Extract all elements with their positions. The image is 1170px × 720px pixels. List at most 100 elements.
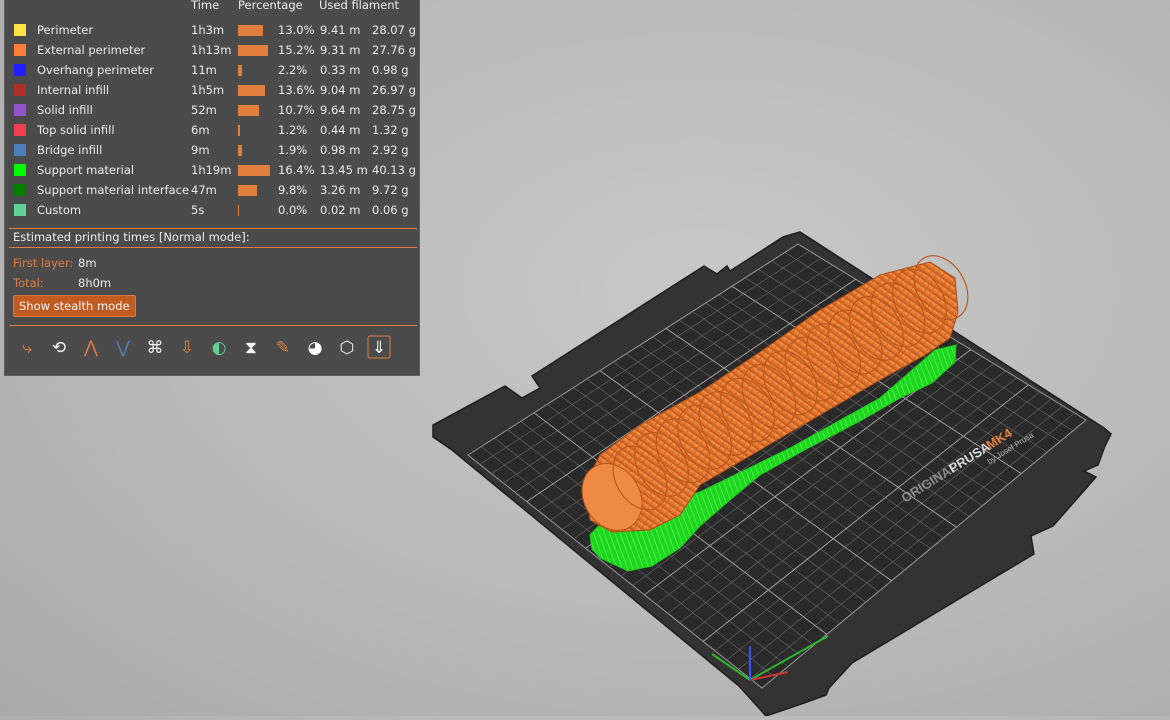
tool-marker-icon[interactable]: ⇓ [367, 335, 391, 359]
legend-row: External perimeter 1h13m 15.2% 9.31 m 27.76 … [5, 41, 421, 61]
pause-prints-icon[interactable]: ⧗ [239, 335, 263, 359]
color-swatch [14, 204, 26, 216]
feature-time: 1h13m [191, 43, 232, 57]
feature-percentage: 1.9% [278, 143, 308, 157]
feature-length: 9.64 m [320, 103, 361, 117]
svg-text:⋁: ⋁ [115, 338, 130, 358]
color-swatch [14, 184, 26, 196]
divider [9, 325, 417, 326]
color-swatch [14, 104, 26, 116]
color-changes-icon[interactable]: ◐ [207, 335, 231, 359]
svg-text:⧗: ⧗ [245, 338, 257, 358]
legend-row: Overhang perimeter 11m 2.2% 0.33 m 0.98 g [5, 61, 421, 81]
divider [9, 247, 417, 248]
svg-text:⇓: ⇓ [372, 338, 386, 358]
feature-weight: 28.75 g [372, 103, 416, 117]
feature-time: 1h19m [191, 163, 232, 177]
feature-name: Bridge infill [37, 143, 103, 157]
percentage-bar [238, 145, 242, 156]
color-swatch [14, 44, 26, 56]
svg-text:◕: ◕ [308, 338, 323, 358]
svg-text:⤷: ⤷ [22, 338, 32, 358]
feature-time: 52m [191, 103, 217, 117]
color-swatch [14, 24, 26, 36]
legend-row: Support material 1h19m 16.4% 13.45 m 40.13 g [5, 161, 421, 181]
color-swatch [14, 164, 26, 176]
feature-percentage: 15.2% [278, 43, 315, 57]
feature-time: 1h5m [191, 83, 225, 97]
print-bed: ORIGINAL PRUSA MK4 by Josef Prusa [432, 231, 1112, 717]
svg-text:⟲: ⟲ [52, 338, 66, 358]
feature-name: Solid infill [37, 103, 93, 117]
percentage-bar [238, 65, 243, 76]
feature-length: 0.02 m [320, 203, 361, 217]
feature-percentage: 9.8% [278, 183, 308, 197]
feature-name: Overhang perimeter [37, 63, 154, 77]
feature-weight: 28.07 g [372, 23, 416, 37]
legend-row: Solid infill 52m 10.7% 9.64 m 28.75 g [5, 101, 421, 121]
percentage-bar [238, 105, 259, 116]
feature-weight: 0.06 g [372, 203, 409, 217]
feature-weight: 9.72 g [372, 183, 409, 197]
feature-length: 9.41 m [320, 23, 361, 37]
percentage-bar [238, 85, 265, 96]
color-swatch [14, 144, 26, 156]
feature-time: 47m [191, 183, 217, 197]
feature-weight: 0.98 g [372, 63, 409, 77]
feature-name: Top solid infill [37, 123, 115, 137]
percentage-bar [238, 25, 264, 36]
feature-weight: 1.32 g [372, 123, 409, 137]
feature-percentage: 13.6% [278, 83, 315, 97]
feature-time: 6m [191, 123, 210, 137]
legend-row: Support material interface 47m 9.8% 3.26 m 9… [5, 181, 421, 201]
feature-time: 9m [191, 143, 210, 157]
deretractions-icon[interactable]: ⋁ [111, 335, 135, 359]
legend-row: Top solid infill 6m 1.2% 0.44 m 1.32 g [5, 121, 421, 141]
legend-row: Perimeter 1h3m 13.0% 9.41 m 28.07 g [5, 21, 421, 41]
feature-length: 0.98 m [320, 143, 361, 157]
feature-length: 9.04 m [320, 83, 361, 97]
feature-percentage: 0.0% [278, 203, 308, 217]
feature-length: 0.44 m [320, 123, 361, 137]
total-value: 8h0m [78, 276, 112, 290]
svg-text:◐: ◐ [212, 338, 227, 358]
travel-icon[interactable]: ⤷ [15, 335, 39, 359]
shells-icon[interactable]: ⬡ [335, 335, 359, 359]
feature-length: 3.26 m [320, 183, 361, 197]
color-swatch [14, 64, 26, 76]
seams-icon[interactable]: ⌘ [143, 335, 167, 359]
feature-weight: 26.97 g [372, 83, 416, 97]
feature-name: Support material interface [37, 183, 190, 197]
legend-row: Internal infill 1h5m 13.6% 9.04 m 26.97 g [5, 81, 421, 101]
first-layer-label: First layer: [13, 256, 74, 270]
show-stealth-mode-button[interactable]: Show stealth mode [13, 295, 136, 317]
feature-time: 1h3m [191, 23, 225, 37]
custom-gcodes-icon[interactable]: ✎ [271, 335, 295, 359]
legend-row: Custom 5s 0.0% 0.02 m 0.06 g [5, 201, 421, 221]
center-of-gravity-icon[interactable]: ◕ [303, 335, 327, 359]
feature-percentage: 13.0% [278, 23, 315, 37]
feature-weight: 40.13 g [372, 163, 416, 177]
color-swatch [14, 84, 26, 96]
feature-length: 0.33 m [320, 63, 361, 77]
feature-name: Perimeter [37, 23, 94, 37]
wipe-icon[interactable]: ⟲ [47, 335, 71, 359]
svg-text:✎: ✎ [276, 338, 290, 358]
percentage-bar [238, 165, 270, 176]
feature-time: 5s [191, 203, 205, 217]
legend-panel: Time Percentage Used filament Perimeter 1… [4, 0, 420, 376]
legend-row: Bridge infill 9m 1.9% 0.98 m 2.92 g [5, 141, 421, 161]
svg-text:⬡: ⬡ [340, 338, 355, 358]
header-percentage: Percentage [238, 0, 303, 12]
feature-weight: 27.76 g [372, 43, 416, 57]
tool-changes-icon[interactable]: ⇩ [175, 335, 199, 359]
header-time: Time [191, 0, 220, 12]
feature-name: Internal infill [37, 83, 110, 97]
percentage-bar [238, 185, 258, 196]
percentage-bar [238, 45, 268, 56]
percentage-bar [238, 205, 239, 216]
feature-length: 13.45 m [320, 163, 368, 177]
svg-text:⋀: ⋀ [83, 338, 98, 358]
total-label: Total: [13, 276, 44, 290]
retractions-icon[interactable]: ⋀ [79, 335, 103, 359]
